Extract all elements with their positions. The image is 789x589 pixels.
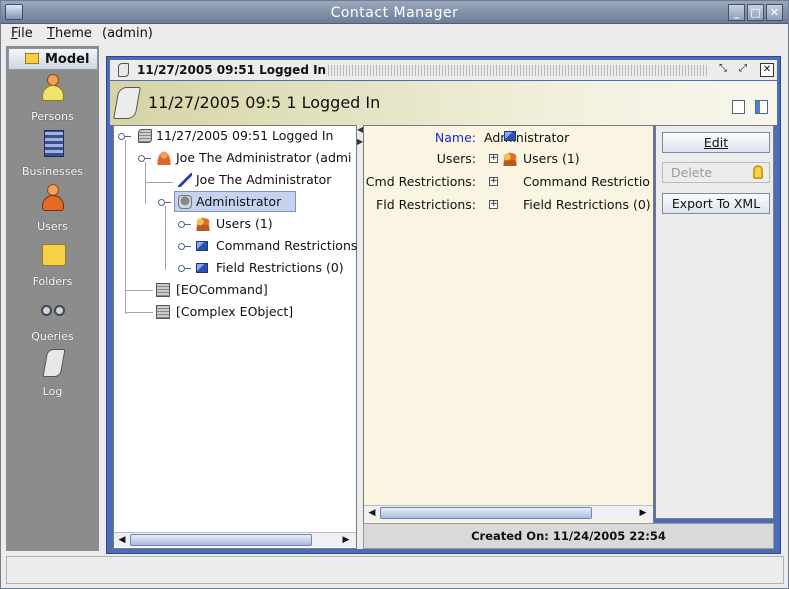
list-view-icon[interactable] xyxy=(732,100,745,114)
scroll-icon xyxy=(113,87,141,119)
export-xml-button[interactable]: Export To XML xyxy=(662,193,770,214)
scroll-icon xyxy=(40,349,66,379)
window-title: Contact Manager xyxy=(330,5,459,21)
cmd-restrictions-label: Cmd Restrictions: xyxy=(365,174,476,189)
sidebar-item-folders[interactable]: Folders xyxy=(6,239,99,294)
frame-banner: 11/27/2005 09:5 1 Logged In xyxy=(110,81,777,125)
scroll-right-icon[interactable]: ▶ xyxy=(637,507,649,519)
expand-icon[interactable] xyxy=(178,265,191,272)
users-value[interactable]: Users (1) xyxy=(523,151,580,166)
expand-icon[interactable] xyxy=(178,243,191,250)
cube-icon xyxy=(504,131,516,141)
users-icon xyxy=(503,152,517,166)
scroll-left-icon[interactable]: ◀ xyxy=(116,534,128,546)
document-icon xyxy=(156,305,170,319)
iconify-icon[interactable]: ⤡ xyxy=(716,63,730,77)
expand-icon[interactable]: + xyxy=(489,200,498,209)
building-icon xyxy=(40,129,66,159)
status-bar xyxy=(6,556,784,584)
menu-file[interactable]: File xyxy=(11,26,33,41)
scroll-right-icon[interactable]: ▶ xyxy=(340,534,352,546)
frame-title-bar[interactable]: 11/27/2005 09:51 Logged In ⤡ ⤢ ✕ xyxy=(110,60,777,80)
frame-title: 11/27/2005 09:51 Logged In xyxy=(137,63,327,77)
person-icon xyxy=(40,74,66,104)
document-icon xyxy=(156,283,170,297)
user-icon xyxy=(40,184,66,214)
expand-icon[interactable]: + xyxy=(489,154,498,163)
scroll-icon xyxy=(118,63,129,77)
menu-user[interactable]: (admin) xyxy=(102,26,153,41)
role-icon xyxy=(178,195,192,209)
tree-pane[interactable]: 11/27/2005 09:51 Logged In Joe The Admin… xyxy=(113,125,357,549)
delete-button[interactable]: Delete xyxy=(662,162,770,183)
binoculars-icon xyxy=(40,294,66,324)
sidebar-item-queries[interactable]: Queries xyxy=(6,294,99,349)
sidebar-item-users[interactable]: Users xyxy=(6,184,99,239)
menu-theme[interactable]: Theme xyxy=(47,26,92,41)
action-panel: Edit Delete Export To XML xyxy=(655,125,774,519)
title-bar: Contact Manager _ □ ✕ xyxy=(1,1,788,24)
menu-bar: File Theme (admin) xyxy=(1,24,788,44)
created-on-status: Created On: 11/24/2005 22:54 xyxy=(363,523,774,549)
close-frame-icon[interactable]: ✕ xyxy=(760,63,774,77)
scroll-thumb[interactable] xyxy=(380,507,592,519)
edit-button[interactable]: Edit xyxy=(662,132,770,153)
maximize-icon[interactable]: ⤢ xyxy=(736,63,750,77)
users-label: Users: xyxy=(436,151,476,166)
internal-frame: 11/27/2005 09:51 Logged In ⤡ ⤢ ✕ 11/27/2… xyxy=(106,56,781,554)
pen-icon xyxy=(178,173,192,187)
cube-icon xyxy=(196,263,208,273)
lock-icon xyxy=(753,165,763,179)
sidebar-item-businesses[interactable]: Businesses xyxy=(6,129,99,184)
expand-icon[interactable] xyxy=(138,155,151,162)
cube-icon xyxy=(196,241,208,251)
scroll-icon xyxy=(138,129,152,143)
close-button[interactable]: ✕ xyxy=(766,4,783,21)
sidebar: Model Persons Businesses Users Folders Q… xyxy=(6,46,99,551)
fld-restrictions-label: Fld Restrictions: xyxy=(376,197,476,212)
expand-icon[interactable] xyxy=(118,133,131,140)
expand-icon[interactable] xyxy=(178,221,191,228)
sidebar-item-log[interactable]: Log xyxy=(6,349,99,404)
cmd-restrictions-value[interactable]: Command Restrictio xyxy=(523,174,650,189)
detail-horizontal-scrollbar[interactable]: ◀ ▶ xyxy=(364,505,653,520)
main-window: Contact Manager _ □ ✕ File Theme (admin)… xyxy=(0,0,789,589)
banner-title: 11/27/2005 09:5 1 Logged In xyxy=(148,93,381,112)
minimize-button[interactable]: _ xyxy=(728,4,745,21)
tree-horizontal-scrollbar[interactable]: ◀ ▶ xyxy=(114,532,356,547)
fld-restrictions-value[interactable]: Field Restrictions (0) xyxy=(523,197,651,212)
folder-icon xyxy=(25,53,39,64)
name-value: Administrator xyxy=(484,130,570,145)
expand-icon[interactable] xyxy=(158,199,171,206)
users-icon xyxy=(196,217,210,231)
maximize-button[interactable]: □ xyxy=(747,4,764,21)
name-label: Name: xyxy=(434,130,476,145)
folder-icon xyxy=(40,239,66,269)
user-icon xyxy=(157,151,171,165)
expand-icon[interactable]: + xyxy=(489,177,498,186)
detail-pane: Name: Administrator Users: + Users (1) C… xyxy=(363,125,654,529)
sidebar-header-model[interactable]: Model xyxy=(8,48,98,70)
sidebar-item-persons[interactable]: Persons xyxy=(6,74,99,129)
scroll-thumb[interactable] xyxy=(130,534,312,546)
scroll-left-icon[interactable]: ◀ xyxy=(366,507,378,519)
split-view-icon[interactable] xyxy=(755,100,768,114)
